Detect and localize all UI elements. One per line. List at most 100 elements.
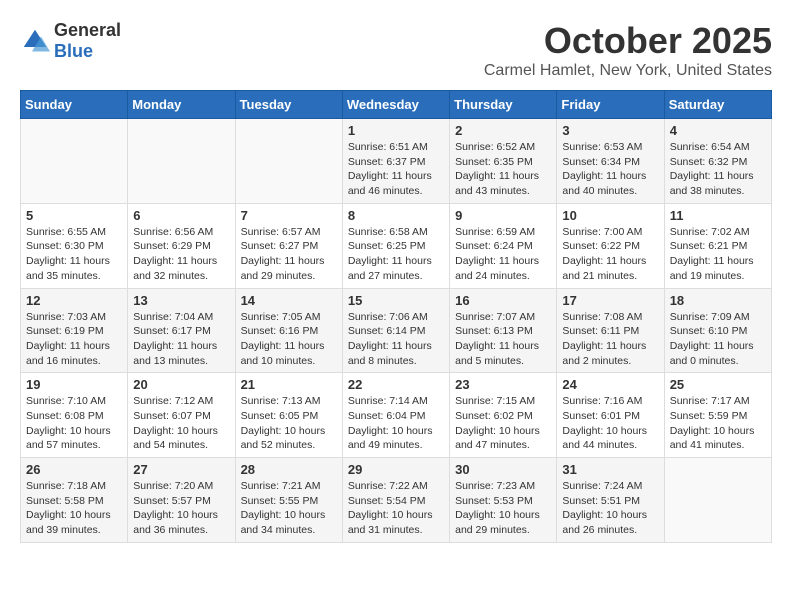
day-info-line: Daylight: 11 hours and 2 minutes. [562, 340, 646, 367]
day-info-line: Daylight: 11 hours and 21 minutes. [562, 255, 646, 282]
day-info: Sunrise: 6:55 AMSunset: 6:30 PMDaylight:… [26, 225, 122, 284]
day-number: 17 [562, 293, 658, 308]
day-info-line: Sunset: 5:53 PM [455, 495, 533, 507]
day-number: 18 [670, 293, 766, 308]
day-info-line: Sunset: 6:11 PM [562, 325, 639, 337]
day-info-line: Sunrise: 7:06 AM [348, 311, 428, 323]
day-info: Sunrise: 7:05 AMSunset: 6:16 PMDaylight:… [241, 310, 337, 369]
day-info-line: Sunrise: 7:10 AM [26, 395, 106, 407]
day-info: Sunrise: 7:15 AMSunset: 6:02 PMDaylight:… [455, 394, 551, 453]
day-number: 3 [562, 123, 658, 138]
day-number: 19 [26, 377, 122, 392]
day-info-line: Sunset: 6:07 PM [133, 410, 211, 422]
day-info-line: Sunrise: 7:20 AM [133, 480, 213, 492]
day-info-line: Sunset: 6:01 PM [562, 410, 640, 422]
day-number: 2 [455, 123, 551, 138]
day-number: 24 [562, 377, 658, 392]
calendar-cell [235, 119, 342, 204]
day-info-line: Sunrise: 6:54 AM [670, 141, 750, 153]
calendar-cell: 29Sunrise: 7:22 AMSunset: 5:54 PMDayligh… [342, 458, 449, 543]
calendar-cell: 18Sunrise: 7:09 AMSunset: 6:10 PMDayligh… [664, 288, 771, 373]
day-info-line: Sunset: 6:02 PM [455, 410, 533, 422]
day-info: Sunrise: 7:00 AM Sunset: 6:22 PM Daylight:… [562, 225, 658, 284]
day-info: Sunrise: 6:57 AMSunset: 6:27 PMDaylight:… [241, 225, 337, 284]
logo-blue: Blue [54, 41, 93, 61]
calendar-cell: 2 Sunrise: 6:52 AMSunset: 6:35 PMDaylight… [450, 119, 557, 204]
day-info-line: Sunrise: 7:05 AM [241, 311, 321, 323]
day-info: Sunrise: 7:14 AMSunset: 6:04 PMDaylight:… [348, 394, 444, 453]
day-info-line: Sunset: 6:13 PM [455, 325, 533, 337]
day-info: Sunrise: 7:02 AMSunset: 6:21 PMDaylight:… [670, 225, 766, 284]
day-info: Sunrise: 7:16 AMSunset: 6:01 PMDaylight:… [562, 394, 658, 453]
calendar-cell: 1Sunrise: 6:51 AMSunset: 6:37 PMDaylight… [342, 119, 449, 204]
day-info-line: Daylight: 11 hours and 35 minutes. [26, 255, 110, 282]
day-info-line: Sunset: 6:25 PM [348, 240, 426, 252]
day-info-line: Sunset: 6:14 PM [348, 325, 426, 337]
day-info-line: Daylight: 10 hours and 39 minutes. [26, 509, 111, 536]
calendar-cell: 12Sunrise: 7:03 AMSunset: 6:19 PMDayligh… [21, 288, 128, 373]
calendar-cell [664, 458, 771, 543]
calendar-cell: 21 Sunrise: 7:13 AM Sunset: 6:05 PM Dayligh… [235, 373, 342, 458]
day-info-line: Daylight: 10 hours and 52 minutes. [241, 425, 326, 452]
day-info: Sunrise: 6:59 AMSunset: 6:24 PMDaylight:… [455, 225, 551, 284]
day-header-thursday: Thursday [450, 91, 557, 119]
day-info-line: Daylight: 10 hours and 47 minutes. [455, 425, 540, 452]
day-info: Sunrise: 7:13 AM Sunset: 6:05 PM Daylight:… [241, 394, 337, 453]
day-info-line: Sunset: 6:08 PM [26, 410, 104, 422]
calendar-cell: 8Sunrise: 6:58 AMSunset: 6:25 PMDaylight… [342, 203, 449, 288]
day-info-line: Sunset: 6:37 PM [348, 156, 426, 168]
day-info: Sunrise: 7:21 AMSunset: 5:55 PMDaylight:… [241, 479, 337, 538]
day-info: Sunrise: 6:54 AMSunset: 6:32 PMDaylight:… [670, 140, 766, 199]
day-number: 25 [670, 377, 766, 392]
day-number: 31 [562, 462, 658, 477]
day-info-line: Daylight: 11 hours and 27 minutes. [348, 255, 432, 282]
day-info-line: Daylight: 10 hours and 36 minutes. [133, 509, 218, 536]
day-info-line: Sunset: 6:22 PM [562, 240, 640, 252]
day-info-line: Sunrise: 7:04 AM [133, 311, 213, 323]
day-info-line: Daylight: 11 hours and 10 minutes. [241, 340, 325, 367]
day-info-line: Daylight: 11 hours and 13 minutes. [133, 340, 217, 367]
day-info-line: Daylight: 11 hours and 0 minutes. [670, 340, 754, 367]
day-info-line: Sunrise: 7:02 AM [670, 226, 750, 238]
day-info-line: Sunrise: 7:23 AM [455, 480, 535, 492]
day-info-line: Sunrise: 7:03 AM [26, 311, 106, 323]
day-number: 21 [241, 377, 337, 392]
day-info-line: Sunset: 5:59 PM [670, 410, 748, 422]
day-number: 30 [455, 462, 551, 477]
calendar-cell: 16Sunrise: 7:07 AMSunset: 6:13 PMDayligh… [450, 288, 557, 373]
calendar-cell: 15Sunrise: 7:06 AMSunset: 6:14 PMDayligh… [342, 288, 449, 373]
day-info-line: Sunset: 6:27 PM [241, 240, 319, 252]
day-info-line: Sunrise: 6:55 AM [26, 226, 106, 238]
day-info: Sunrise: 7:04 AMSunset: 6:17 PMDaylight:… [133, 310, 229, 369]
day-number: 9 [455, 208, 551, 223]
day-info-line: Sunset: 6:34 PM [562, 156, 640, 168]
day-number: 28 [241, 462, 337, 477]
day-info-line: Sunrise: 6:59 AM [455, 226, 535, 238]
day-info-line: Sunrise: 6:52 AM [455, 141, 535, 153]
day-number: 20 [133, 377, 229, 392]
day-info-line: Sunset: 5:54 PM [348, 495, 426, 507]
month-title: October 2025 [484, 20, 772, 62]
calendar-cell: 13Sunrise: 7:04 AMSunset: 6:17 PMDayligh… [128, 288, 235, 373]
day-info: Sunrise: 6:52 AMSunset: 6:35 PMDaylight:… [455, 140, 551, 199]
day-info: Sunrise: 7:22 AMSunset: 5:54 PMDaylight:… [348, 479, 444, 538]
day-info-line: Sunset: 5:57 PM [133, 495, 211, 507]
day-info-line: Sunrise: 6:53 AM [562, 141, 642, 153]
day-info-line: Daylight: 10 hours and 34 minutes. [241, 509, 326, 536]
week-row-5: 26Sunrise: 7:18 AMSunset: 5:58 PMDayligh… [21, 458, 772, 543]
day-header-saturday: Saturday [664, 91, 771, 119]
day-info-line: Daylight: 10 hours and 49 minutes. [348, 425, 433, 452]
day-info-line: Sunset: 6:21 PM [670, 240, 748, 252]
week-row-1: 1Sunrise: 6:51 AMSunset: 6:37 PMDaylight… [21, 119, 772, 204]
day-number: 6 [133, 208, 229, 223]
day-info: Sunrise: 6:56 AMSunset: 6:29 PMDaylight:… [133, 225, 229, 284]
day-number: 7 [241, 208, 337, 223]
day-info-line: Sunrise: 7:13 AM [241, 395, 321, 407]
calendar-cell: 24 Sunrise: 7:16 AMSunset: 6:01 PMDayligh… [557, 373, 664, 458]
logo-general: General [54, 20, 121, 40]
day-info-line: Sunrise: 6:57 AM [241, 226, 321, 238]
day-info-line: Sunset: 6:05 PM [241, 410, 319, 422]
day-info-line: Sunrise: 7:00 AM [562, 226, 642, 238]
calendar-cell: 22Sunrise: 7:14 AMSunset: 6:04 PMDayligh… [342, 373, 449, 458]
calendar-cell: 23Sunrise: 7:15 AMSunset: 6:02 PMDayligh… [450, 373, 557, 458]
